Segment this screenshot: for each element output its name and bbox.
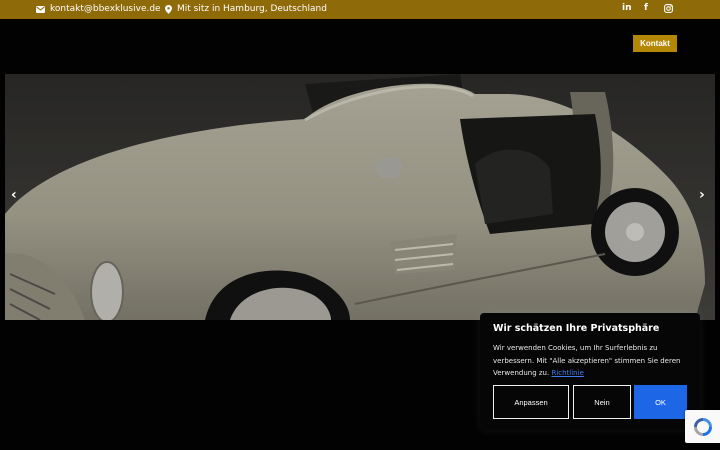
map-pin-icon [165, 4, 172, 14]
hero-slider [5, 74, 715, 320]
page: kontakt@bbexklusive.de Mit sitz in Hambu… [0, 0, 720, 450]
recaptcha-badge[interactable] [685, 410, 720, 443]
slider-next-button[interactable]: › [699, 187, 705, 203]
instagram-icon[interactable] [664, 4, 673, 16]
privacy-policy-link[interactable]: Richtlinie [551, 369, 583, 377]
hero-car-image [5, 74, 715, 320]
slider-prev-button[interactable]: ‹ [11, 187, 17, 203]
accept-button[interactable]: OK [634, 385, 687, 419]
cookie-title: Wir schätzen Ihre Privatsphäre [493, 323, 660, 334]
linkedin-icon[interactable]: in [622, 3, 632, 13]
cookie-description: Wir verwenden Cookies, um Ihr Surferlebn… [493, 344, 681, 377]
contact-button[interactable]: Kontakt [633, 35, 677, 52]
site-header: Kontakt [0, 19, 720, 74]
cookie-text: Wir verwenden Cookies, um Ihr Surferlebn… [493, 342, 693, 380]
email-text: kontakt@bbexklusive.de [50, 4, 161, 14]
top-bar: kontakt@bbexklusive.de Mit sitz in Hambu… [0, 0, 720, 19]
customize-button[interactable]: Anpassen [493, 385, 569, 419]
reject-button[interactable]: Nein [573, 385, 631, 419]
recaptcha-icon [693, 417, 712, 436]
cookie-consent-dialog: Wir schätzen Ihre Privatsphäre Wir verwe… [480, 313, 700, 430]
envelope-icon [36, 5, 45, 13]
location-text: Mit sitz in Hamburg, Deutschland [177, 4, 327, 14]
facebook-icon[interactable]: f [644, 3, 648, 13]
location-info: Mit sitz in Hamburg, Deutschland [165, 4, 327, 14]
email-contact[interactable]: kontakt@bbexklusive.de [36, 4, 161, 14]
